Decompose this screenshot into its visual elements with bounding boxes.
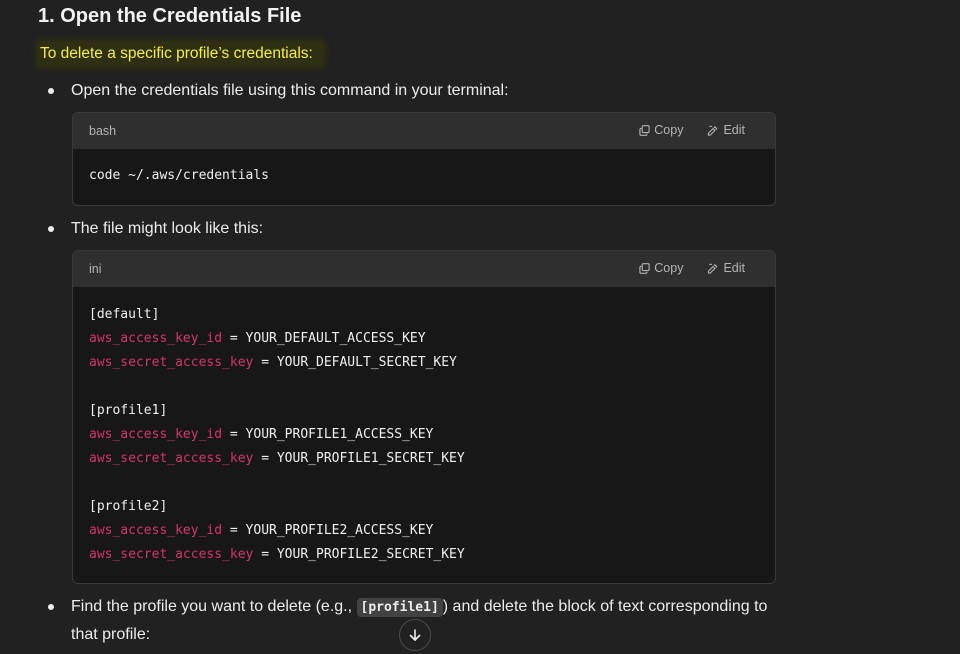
- ini-section: [profile1]: [89, 403, 168, 418]
- ini-key: aws_access_key_id: [89, 523, 223, 538]
- copy-label: Copy: [654, 123, 684, 137]
- inline-code: [profile1]: [356, 598, 443, 617]
- edit-label: Edit: [723, 261, 745, 275]
- code-line: [profile1]: [89, 399, 759, 423]
- code-line: aws_access_key_id = YOUR_PROFILE2_ACCESS…: [89, 519, 759, 543]
- ini-separator: =: [253, 451, 277, 466]
- ini-value: YOUR_DEFAULT_ACCESS_KEY: [245, 331, 426, 346]
- ini-separator: =: [253, 547, 277, 562]
- code-block-header: bash Copy Edit: [73, 113, 775, 149]
- ini-separator: =: [222, 427, 246, 442]
- code-block-body: [default] aws_access_key_id = YOUR_DEFAU…: [73, 287, 775, 567]
- ini-key: aws_access_key_id: [89, 331, 223, 346]
- bullet-dot: [48, 226, 54, 232]
- ini-key: aws_secret_access_key: [89, 547, 254, 562]
- bullet-dot: [48, 604, 54, 610]
- edit-button[interactable]: Edit: [707, 123, 745, 137]
- edit-icon: [708, 125, 718, 136]
- ini-value: YOUR_DEFAULT_SECRET_KEY: [276, 355, 457, 370]
- ini-section: [profile2]: [89, 499, 168, 514]
- copy-button[interactable]: Copy: [639, 261, 683, 275]
- code-line: code ~/.aws/credentials: [89, 168, 270, 183]
- code-line: aws_access_key_id = YOUR_DEFAULT_ACCESS_…: [89, 327, 759, 351]
- code-block-bash: bash Copy Edit code ~/.aws/credentials: [72, 112, 776, 206]
- ini-value: YOUR_PROFILE2_SECRET_KEY: [276, 547, 465, 562]
- code-block-ini: ini Copy Edit [default] aws_access_key_i…: [72, 250, 776, 584]
- ini-key: aws_secret_access_key: [89, 355, 254, 370]
- code-line: aws_secret_access_key = YOUR_PROFILE2_SE…: [89, 543, 759, 567]
- code-line: aws_secret_access_key = YOUR_DEFAULT_SEC…: [89, 351, 759, 375]
- code-line: [default]: [89, 303, 759, 327]
- code-language-label: ini: [89, 262, 102, 276]
- copy-button[interactable]: Copy: [639, 123, 683, 137]
- list-item-text: Find the profile you want to delete (e.g…: [71, 593, 791, 648]
- edit-button[interactable]: Edit: [707, 261, 745, 275]
- copy-icon: [639, 262, 650, 274]
- highlighted-text: To delete a specific profile’s credentia…: [38, 42, 323, 66]
- ini-section: [default]: [89, 307, 160, 322]
- ini-value: YOUR_PROFILE2_ACCESS_KEY: [245, 523, 434, 538]
- code-line: [profile2]: [89, 495, 759, 519]
- ini-separator: =: [222, 331, 246, 346]
- ini-key: aws_access_key_id: [89, 427, 223, 442]
- arrow-down-icon: [409, 629, 421, 641]
- edit-label: Edit: [723, 123, 745, 137]
- code-block-header: ini Copy Edit: [73, 251, 775, 287]
- edit-icon: [708, 263, 718, 274]
- ini-separator: =: [222, 523, 246, 538]
- code-language-label: bash: [89, 124, 117, 138]
- code-block-body: code ~/.aws/credentials: [73, 149, 775, 188]
- bullet-dot: [48, 88, 54, 94]
- list-item-text: Open the credentials file using this com…: [71, 82, 509, 99]
- ini-value: YOUR_PROFILE1_SECRET_KEY: [276, 451, 465, 466]
- ini-separator: =: [253, 355, 277, 370]
- code-line: aws_secret_access_key = YOUR_PROFILE1_SE…: [89, 447, 759, 471]
- section-heading: 1. Open the Credentials File: [38, 5, 302, 27]
- code-line: aws_access_key_id = YOUR_PROFILE1_ACCESS…: [89, 423, 759, 447]
- ini-key: aws_secret_access_key: [89, 451, 254, 466]
- list-item-text: The file might look like this:: [71, 220, 264, 237]
- copy-label: Copy: [654, 261, 684, 275]
- ini-value: YOUR_PROFILE1_ACCESS_KEY: [245, 427, 434, 442]
- copy-icon: [639, 124, 650, 136]
- list-item-text-before: Find the profile you want to delete (e.g…: [71, 598, 357, 615]
- scroll-to-bottom-button[interactable]: [399, 619, 431, 651]
